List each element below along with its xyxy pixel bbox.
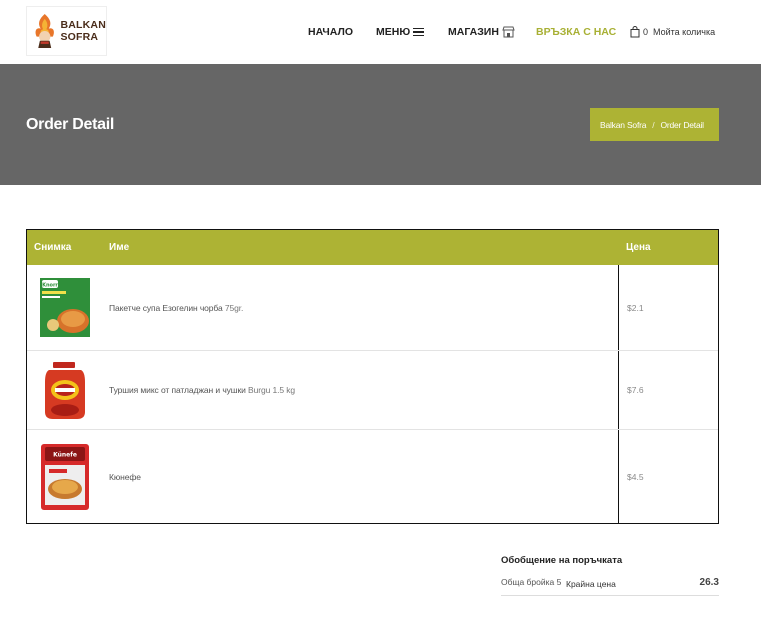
page-title: Order Detail [26,116,114,133]
product-name[interactable]: Кюнефе [109,472,141,482]
product-price: $4.5 [627,472,644,482]
header-name: Име [109,242,130,253]
nav-contact-label: ВРЪЗКА С НАС [536,26,617,38]
shopping-bag-icon [630,26,640,38]
total-value: 26.3 [699,577,719,588]
store-icon [502,26,515,38]
nav-contact[interactable]: ВРЪЗКА С НАС [536,25,616,39]
breadcrumb-current: Order Detail [660,119,704,130]
table-header: Снимка Име Цена [27,230,718,265]
table-row: Knorr Пакетче супа Езогелин чорба 75gr. … [27,265,718,350]
page-banner: Order Detail Balkan Sofra / Order Detail [0,64,761,185]
chef-logo-icon [35,14,54,48]
table-row: Туршия микс от патладжан и чушки Burgu 1… [27,350,718,429]
summary-row: Обща бройка 5 Крайна цена 26.3 [501,576,719,596]
final-price-label: Крайна цена [566,579,616,589]
hamburger-icon [413,27,425,37]
breadcrumb-separator: / [652,119,655,130]
cart-label: Мойта количка [653,27,716,37]
knorr-soup-packet-icon[interactable]: Knorr [39,277,91,338]
table-row: Künefe Кюнефе $4.5 [27,429,718,523]
site-header: BALKAN SOFRA НАЧАЛО МЕНЮ МАГАЗИН ВРЪЗКА … [0,0,761,64]
nav-cart[interactable]: 0 Мойта количка [630,25,715,39]
order-summary: Обобщение на поръчката Обща бройка 5 Кра… [501,555,719,596]
nav-home[interactable]: НАЧАЛО [308,25,353,39]
header-image: Снимка [34,242,72,253]
product-price: $2.1 [627,303,644,313]
cart-count: 0 [643,27,649,37]
header-price: Цена [626,242,651,253]
product-name[interactable]: Туршия микс от патладжан и чушки Burgu 1… [109,385,295,395]
product-name[interactable]: Пакетче супа Езогелин чорба 75gr. [109,303,243,313]
svg-text:Knorr: Knorr [42,283,58,289]
logo-line-1: BALKAN [60,19,106,31]
nav-home-label: НАЧАЛО [308,26,353,38]
product-price: $7.6 [627,385,644,395]
nav-shop[interactable]: МАГАЗИН [448,25,515,39]
pickle-jar-icon[interactable] [39,360,91,421]
nav-shop-label: МАГАЗИН [448,26,499,38]
breadcrumb: Balkan Sofra / Order Detail [590,108,719,141]
svg-text:Künefe: Künefe [53,452,77,459]
nav-menu-label: МЕНЮ [376,26,411,38]
order-table: Снимка Име Цена Knorr Пакетче супа Езоге… [26,229,719,524]
summary-title: Обобщение на поръчката [501,555,623,566]
nav-menu[interactable]: МЕНЮ [376,25,425,39]
breadcrumb-home[interactable]: Balkan Sofra [600,120,646,130]
logo-line-2: SOFRA [60,31,99,43]
kunefe-package-icon[interactable]: Künefe [39,443,91,511]
total-count: Обща бройка 5 [501,577,562,587]
site-logo[interactable]: BALKAN SOFRA [26,6,107,56]
